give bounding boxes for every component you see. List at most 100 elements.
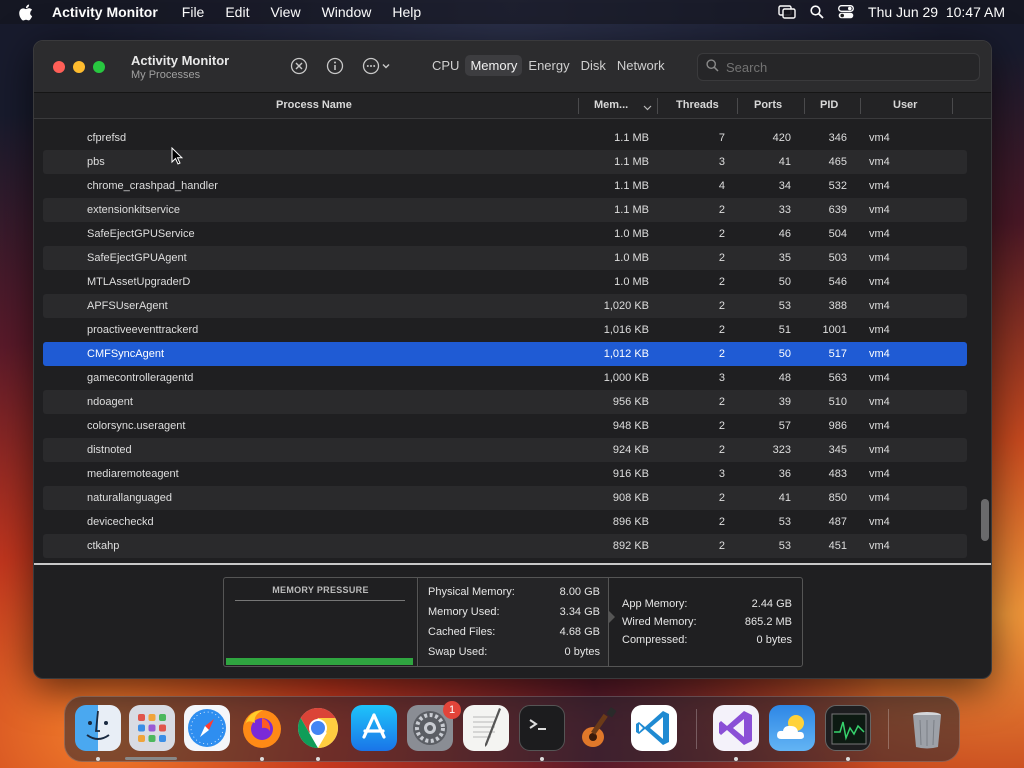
tab-energy[interactable]: Energy: [523, 55, 574, 76]
spotlight-search-icon[interactable]: [810, 5, 824, 19]
firefox-icon[interactable]: [239, 705, 285, 751]
dock: 1: [64, 696, 960, 762]
dock-scroll-indicator: [125, 757, 177, 760]
ports-cell: 323: [772, 444, 791, 456]
ports-cell: 33: [778, 204, 791, 216]
launchpad-icon[interactable]: [129, 705, 175, 751]
close-window-button[interactable]: [53, 60, 65, 73]
garageband-icon[interactable]: [575, 705, 621, 751]
memory-cell: 896 KB: [612, 516, 649, 528]
table-row[interactable]: extensionkitservice 1.1 MB 2 33 639 vm4: [43, 198, 967, 222]
table-row[interactable]: naturallanguaged 908 KB 2 41 850 vm4: [43, 486, 967, 510]
textedit-icon[interactable]: [463, 705, 509, 751]
visual-studio-icon[interactable]: [713, 705, 759, 751]
menu-view[interactable]: View: [270, 4, 300, 20]
pid-cell: 451: [828, 540, 847, 552]
tab-memory[interactable]: Memory: [465, 55, 523, 76]
table-row[interactable]: devicecheckd 896 KB 2 53 487 vm4: [43, 510, 967, 534]
safari-icon[interactable]: [184, 705, 230, 751]
table-row[interactable]: mediaremoteagent 916 KB 3 36 483 vm4: [43, 462, 967, 486]
apple-menu-icon[interactable]: [18, 4, 38, 21]
pid-cell: 487: [828, 516, 847, 528]
memory-pressure-graph: MEMORY PRESSURE: [224, 578, 418, 666]
menu-file[interactable]: File: [182, 4, 205, 20]
screen-mirroring-icon[interactable]: [778, 5, 796, 19]
table-row[interactable]: distnoted 924 KB 2 323 345 vm4: [43, 438, 967, 462]
app-store-icon[interactable]: [351, 705, 397, 751]
column-separator[interactable]: [804, 98, 805, 114]
stat-value: 865.2 MB: [744, 616, 792, 628]
column-separator[interactable]: [952, 98, 953, 114]
menu-app-name[interactable]: Activity Monitor: [52, 4, 158, 20]
menu-window[interactable]: Window: [322, 4, 372, 20]
threads-cell: 2: [718, 348, 725, 360]
column-separator[interactable]: [657, 98, 658, 114]
more-actions-icon[interactable]: [362, 57, 392, 75]
pid-cell: 1001: [822, 324, 847, 336]
chrome-icon[interactable]: [295, 705, 341, 751]
column-threads[interactable]: Threads: [676, 99, 719, 111]
tab-cpu[interactable]: CPU: [427, 55, 464, 76]
stat-value: 4.68 GB: [559, 626, 600, 638]
table-row[interactable]: ndoagent 956 KB 2 39 510 vm4: [43, 390, 967, 414]
memory-cell: 892 KB: [612, 540, 649, 552]
process-name-cell: cfprefsd: [87, 132, 127, 144]
terminal-icon[interactable]: [519, 705, 565, 751]
column-process-name[interactable]: Process Name: [276, 99, 352, 111]
menu-edit[interactable]: Edit: [225, 4, 249, 20]
panel-divider[interactable]: [34, 563, 991, 565]
column-memory[interactable]: Mem...: [594, 99, 628, 111]
tab-disk[interactable]: Disk: [576, 55, 611, 76]
column-pid[interactable]: PID: [820, 99, 838, 111]
weather-icon[interactable]: [769, 705, 815, 751]
menu-help[interactable]: Help: [392, 4, 421, 20]
column-separator[interactable]: [578, 98, 579, 114]
search-field[interactable]: [697, 53, 980, 81]
table-row-selected[interactable]: CMFSyncAgent 1,012 KB 2 50 517 vm4: [43, 342, 967, 366]
memory-pressure-label: MEMORY PRESSURE: [272, 585, 369, 595]
window-title-block: Activity Monitor My Processes: [131, 53, 229, 81]
title-bar: Activity Monitor My Processes CPU Memory…: [34, 41, 991, 93]
finder-icon[interactable]: [75, 705, 121, 751]
column-ports[interactable]: Ports: [754, 99, 782, 111]
stat-label: Physical Memory:: [428, 586, 515, 598]
activity-monitor-icon[interactable]: [825, 705, 871, 751]
physical-memory-stat: Physical Memory: 8.00 GB: [428, 586, 600, 598]
table-row[interactable]: gamecontrolleragentd 1,000 KB 3 48 563 vm4: [43, 366, 967, 390]
sort-descending-icon[interactable]: [643, 102, 652, 114]
ports-cell: 53: [778, 540, 791, 552]
zoom-window-button[interactable]: [93, 60, 105, 73]
column-user[interactable]: User: [893, 99, 917, 111]
ports-cell: 48: [778, 372, 791, 384]
notification-badge: 1: [443, 701, 461, 719]
table-row[interactable]: SafeEjectGPUAgent 1.0 MB 2 35 503 vm4: [43, 246, 967, 270]
vertical-scrollbar[interactable]: [981, 499, 989, 541]
table-row[interactable]: proactiveeventtrackerd 1,016 KB 2 51 1001 vm4: [43, 318, 967, 342]
minimize-window-button[interactable]: [73, 60, 85, 73]
table-row[interactable]: ctkahp 892 KB 2 53 451 vm4: [43, 534, 967, 558]
table-row[interactable]: SafeEjectGPUService 1.0 MB 2 46 504 vm4: [43, 222, 967, 246]
search-input[interactable]: [726, 59, 966, 75]
table-row[interactable]: chrome_crashpad_handler 1.1 MB 4 34 532 vm4: [43, 174, 967, 198]
ports-cell: 36: [778, 468, 791, 480]
stat-value: 8.00 GB: [559, 586, 600, 598]
window-title: Activity Monitor: [131, 52, 230, 68]
running-indicator: [540, 757, 544, 761]
stat-label: Wired Memory:: [622, 616, 697, 628]
vscode-icon[interactable]: [631, 705, 677, 751]
table-row[interactable]: colorsync.useragent 948 KB 2 57 986 vm4: [43, 414, 967, 438]
process-name-cell: pbs: [87, 156, 105, 168]
stat-value: 0 bytes: [564, 646, 600, 658]
trash-icon[interactable]: [904, 705, 950, 751]
stop-process-icon[interactable]: [290, 57, 308, 75]
pid-cell: 346: [828, 132, 847, 144]
memory-cell: 956 KB: [612, 396, 649, 408]
table-row[interactable]: APFSUserAgent 1,020 KB 2 53 388 vm4: [43, 294, 967, 318]
column-separator[interactable]: [860, 98, 861, 114]
column-separator[interactable]: [737, 98, 738, 114]
menu-clock[interactable]: Thu Jun 29 10:47 AM: [868, 4, 1005, 20]
control-center-icon[interactable]: [838, 5, 854, 19]
table-row[interactable]: MTLAssetUpgraderD 1.0 MB 2 50 546 vm4: [43, 270, 967, 294]
tab-network[interactable]: Network: [612, 55, 670, 76]
info-icon[interactable]: [326, 57, 344, 75]
